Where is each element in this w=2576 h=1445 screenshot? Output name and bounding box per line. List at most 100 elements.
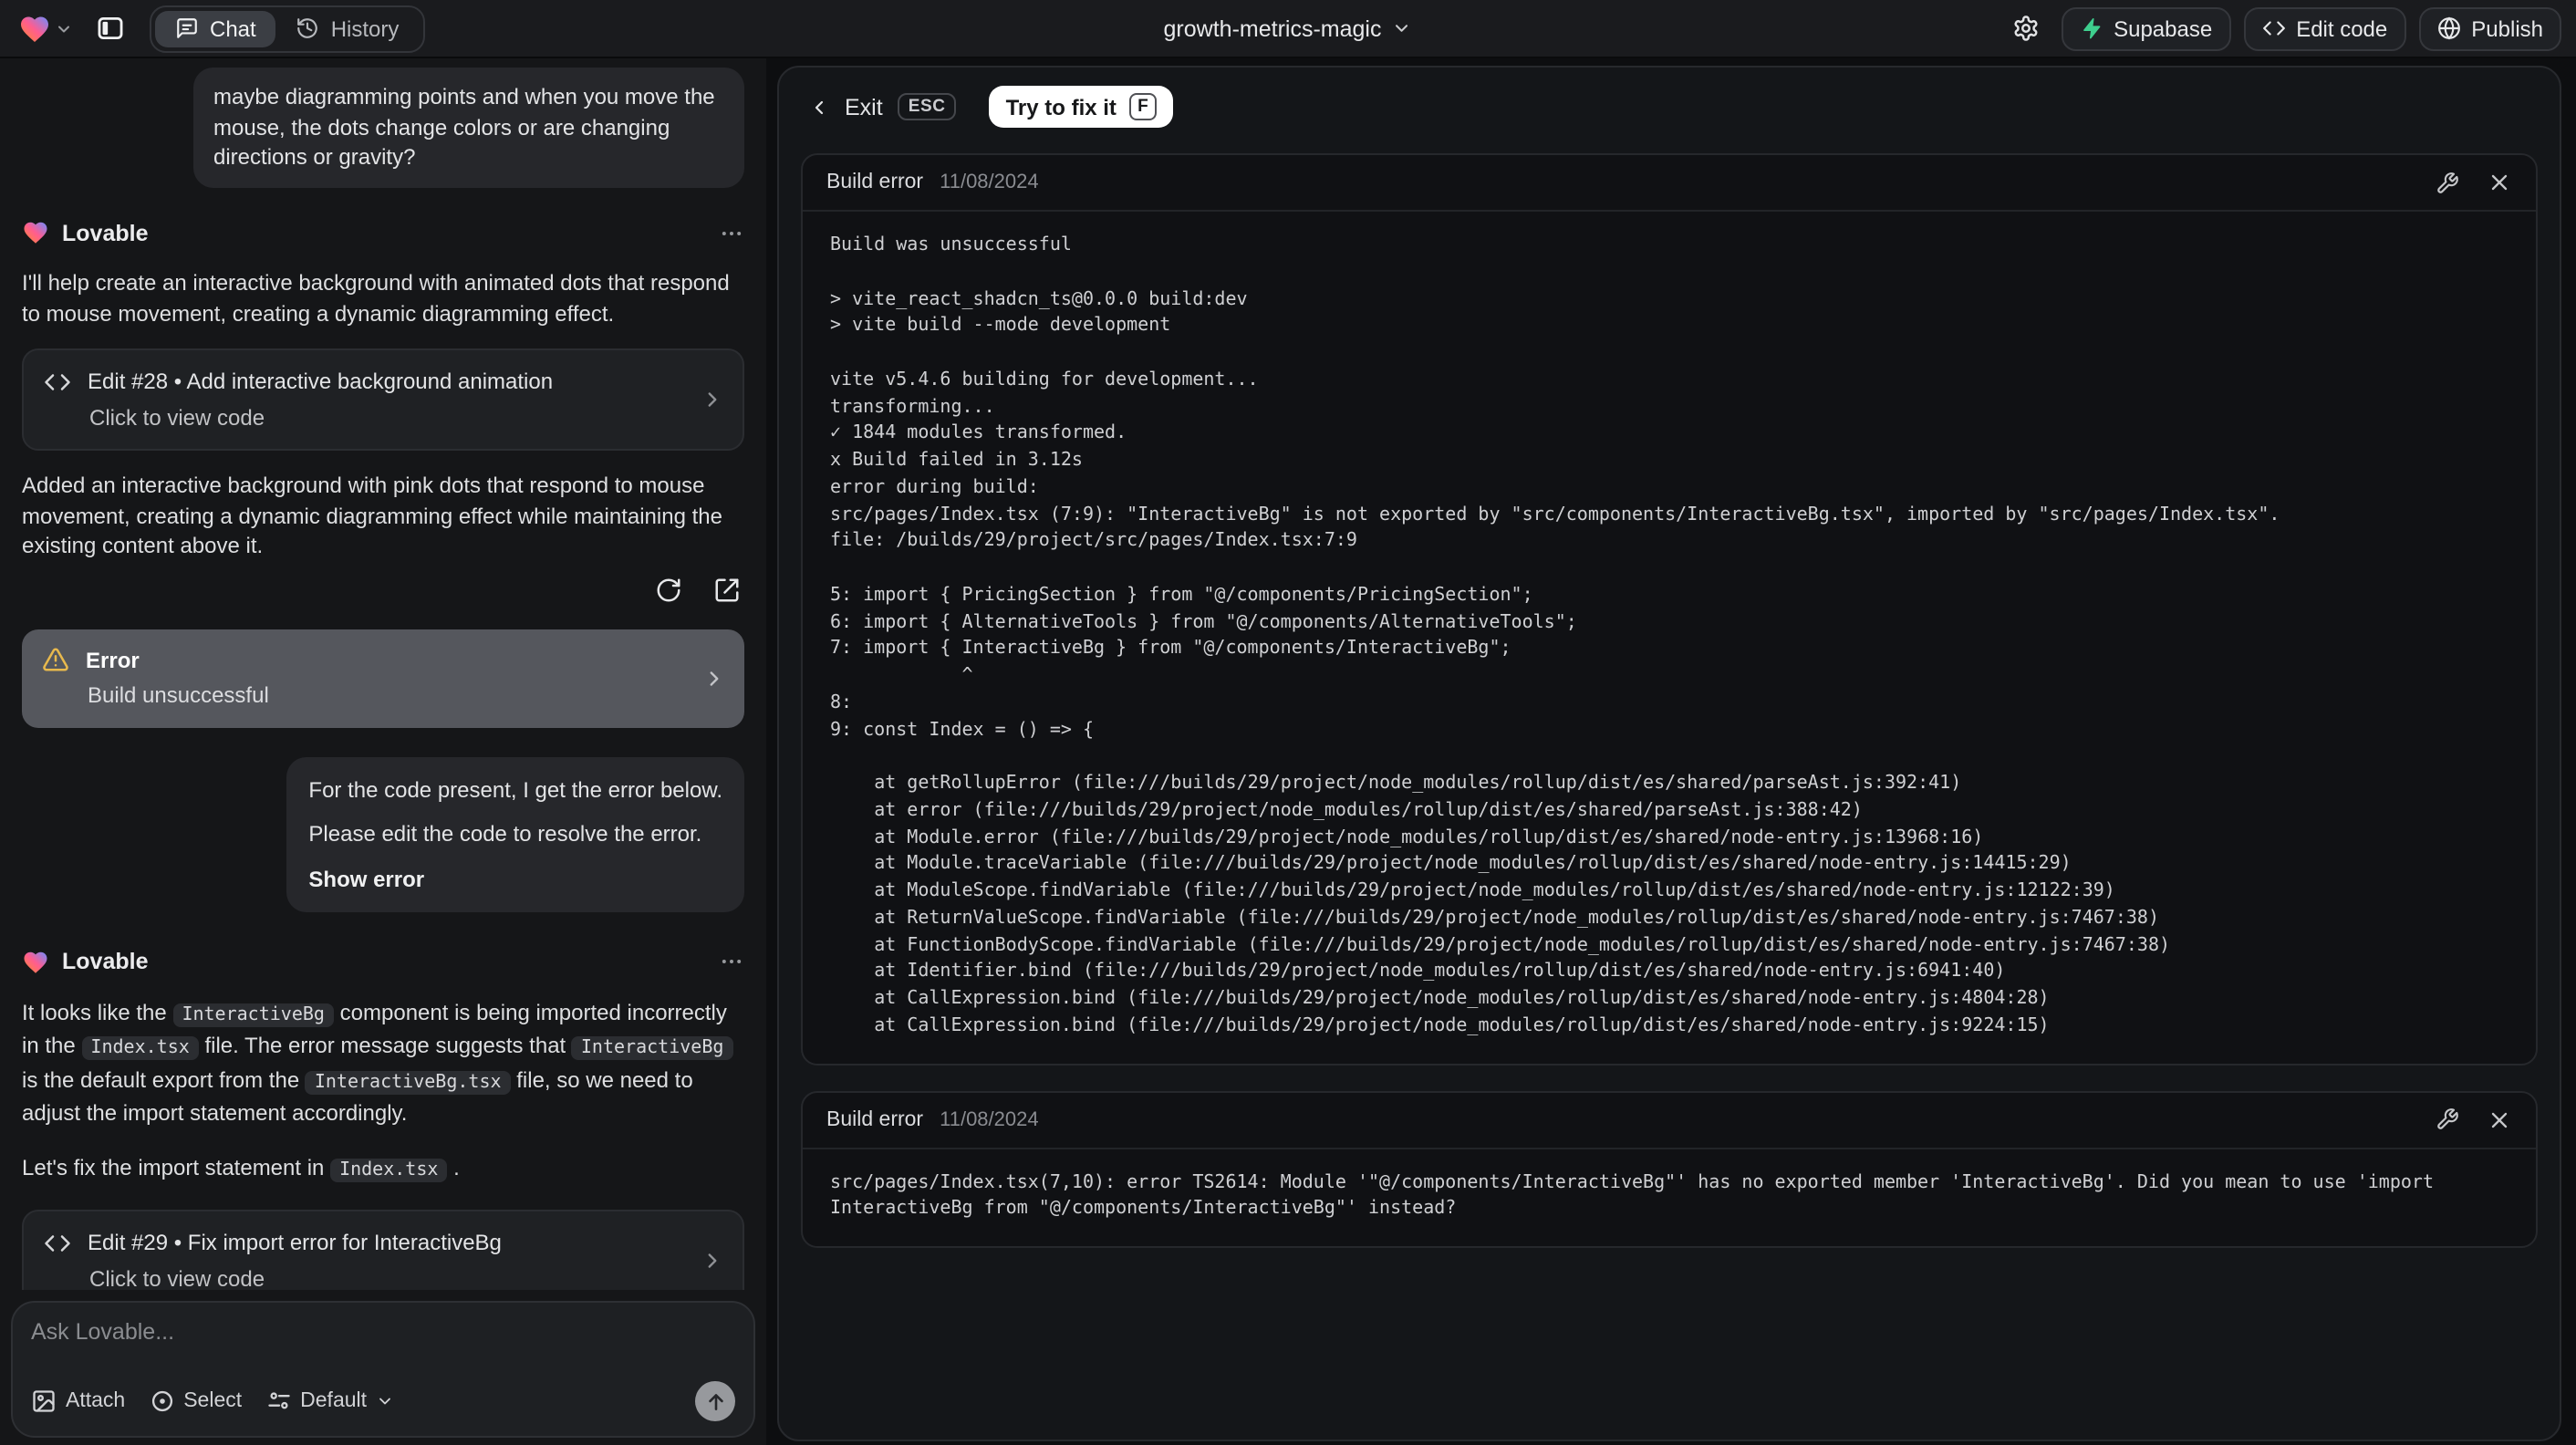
edit-card-title: Edit #28 • Add interactive background an… — [88, 369, 554, 394]
open-preview-button[interactable] — [708, 572, 744, 608]
refresh-icon — [656, 578, 680, 602]
code-icon — [2262, 21, 2285, 36]
tab-history-label: History — [330, 16, 400, 41]
exit-label: Exit — [845, 94, 883, 120]
build-error-header: Build error 11/08/2024 — [803, 155, 2536, 212]
target-icon — [151, 1390, 172, 1412]
user-message: maybe diagramming points and when you mo… — [193, 68, 744, 187]
edit-card-subtitle: Click to view code — [89, 1265, 265, 1290]
esc-key-badge: ESC — [897, 93, 957, 120]
assistant-message-header: Lovable — [22, 947, 744, 977]
project-switcher[interactable]: growth-metrics-magic — [1164, 16, 1413, 41]
edit-code-label: Edit code — [2296, 16, 2388, 41]
more-horizontal-icon — [722, 231, 742, 235]
inline-code: Index.tsx — [81, 1036, 199, 1060]
edit-card-title: Edit #29 • Fix import error for Interact… — [88, 1230, 502, 1255]
lovable-app: Chat History growth-metrics-magic Supaba… — [0, 0, 2576, 1445]
build-error-card[interactable]: Error Build unsuccessful — [22, 629, 744, 727]
assistant-message-header: Lovable — [22, 218, 744, 248]
build-error-log[interactable]: src/pages/Index.tsx(7,10): error TS2614:… — [803, 1149, 2536, 1246]
lovable-heart-icon — [21, 16, 48, 42]
chat-message-list[interactable]: maybe diagramming points and when you mo… — [0, 58, 766, 1290]
restore-button[interactable] — [649, 572, 686, 608]
sliders-icon — [267, 1392, 289, 1409]
assistant-fix-text: It looks like the InteractiveBg componen… — [22, 997, 744, 1128]
chat-sidebar: maybe diagramming points and when you mo… — [0, 58, 766, 1445]
lovable-heart-icon — [24, 223, 47, 244]
wrench-icon[interactable] — [2436, 1107, 2459, 1131]
sidebar-toggle-button[interactable] — [88, 6, 131, 50]
inline-code: Index.tsx — [330, 1158, 448, 1181]
arrow-up-icon — [708, 1393, 722, 1409]
supabase-button[interactable]: Supabase — [2061, 6, 2231, 50]
build-error-panel-1: Build error 11/08/2024 Build was unsucce… — [801, 153, 2538, 1065]
assistant-summary-text: Added an interactive background with pin… — [22, 473, 722, 558]
select-label: Select — [183, 1390, 243, 1412]
lovable-logo-menu[interactable] — [15, 12, 77, 45]
external-link-icon — [714, 578, 738, 602]
chat-input[interactable] — [31, 1319, 735, 1363]
assistant-intro-text: I'll help create an interactive backgrou… — [22, 270, 730, 326]
try-to-fix-label: Try to fix it — [1005, 94, 1117, 120]
close-icon[interactable] — [2487, 170, 2512, 195]
edit-card-28[interactable]: Edit #28 • Add interactive background an… — [22, 348, 744, 451]
message-more-button[interactable] — [719, 950, 744, 975]
close-icon[interactable] — [2487, 1107, 2512, 1132]
build-error-log[interactable]: Build was unsuccessful > vite_react_shad… — [803, 212, 2536, 1063]
exit-button[interactable]: Exit ESC — [808, 93, 957, 120]
build-error-date: 11/08/2024 — [940, 1108, 1039, 1130]
attach-button[interactable]: Attach — [31, 1388, 125, 1414]
chevron-right-icon — [708, 392, 717, 407]
gear-icon — [2014, 16, 2038, 41]
try-to-fix-button[interactable]: Try to fix it F — [989, 86, 1173, 128]
show-error-link[interactable]: Show error — [308, 864, 722, 894]
assistant-name: Lovable — [62, 949, 149, 974]
f-key-badge: F — [1128, 93, 1157, 120]
warning-triangle-icon — [43, 649, 68, 672]
error-card-subtitle: Build unsuccessful — [88, 682, 269, 708]
tab-chat[interactable]: Chat — [155, 10, 276, 47]
panel-header: Exit ESC Try to fix it F — [779, 68, 2560, 142]
user-message: For the code present, I get the error be… — [286, 756, 744, 912]
wrench-icon[interactable] — [2436, 171, 2459, 194]
message-actions — [22, 572, 744, 608]
chevron-left-icon — [815, 99, 824, 114]
chat-bubble-icon — [177, 18, 197, 38]
globe-icon — [2437, 16, 2460, 40]
chevron-down-icon — [58, 25, 69, 32]
edit-code-button[interactable]: Edit code — [2243, 6, 2406, 50]
select-button[interactable]: Select — [149, 1388, 242, 1414]
attach-label: Attach — [66, 1390, 126, 1412]
build-error-header: Build error 11/08/2024 — [803, 1092, 2536, 1149]
message-more-button[interactable] — [719, 221, 744, 246]
inline-code: InteractiveBg.tsx — [305, 1070, 511, 1094]
lovable-heart-icon — [24, 951, 47, 973]
supabase-bolt-icon — [2083, 18, 2100, 39]
edit-card-subtitle: Click to view code — [89, 404, 265, 430]
chevron-right-icon — [708, 1253, 717, 1268]
chevron-right-icon — [710, 671, 719, 685]
chevron-down-icon — [379, 1398, 390, 1405]
build-error-date: 11/08/2024 — [940, 172, 1039, 193]
supabase-label: Supabase — [2114, 16, 2213, 41]
edit-card-29[interactable]: Edit #29 • Fix import error for Interact… — [22, 1210, 744, 1290]
publish-button[interactable]: Publish — [2418, 6, 2561, 50]
build-error-panel-2: Build error 11/08/2024 src/pages/Index.t… — [801, 1090, 2538, 1248]
model-label: Default — [300, 1390, 368, 1412]
chevron-down-icon — [1396, 25, 1408, 32]
send-button[interactable] — [695, 1381, 735, 1421]
chat-composer: Attach Select Default — [11, 1301, 755, 1438]
error-card-title: Error — [86, 647, 140, 672]
tab-history[interactable]: History — [276, 10, 420, 47]
publish-label: Publish — [2471, 16, 2543, 41]
top-bar: Chat History growth-metrics-magic Supaba… — [0, 0, 2576, 58]
build-error-title: Build error — [826, 1108, 924, 1130]
model-selector[interactable]: Default — [265, 1388, 394, 1414]
inline-code: InteractiveBg — [172, 1003, 334, 1026]
tab-chat-label: Chat — [210, 16, 256, 41]
code-icon — [45, 1234, 70, 1252]
panel-toggle-icon — [97, 16, 122, 40]
project-name: growth-metrics-magic — [1163, 16, 1382, 41]
error-detail-panel: Exit ESC Try to fix it F Build error 11/… — [777, 66, 2561, 1441]
settings-button[interactable] — [2004, 6, 2048, 50]
